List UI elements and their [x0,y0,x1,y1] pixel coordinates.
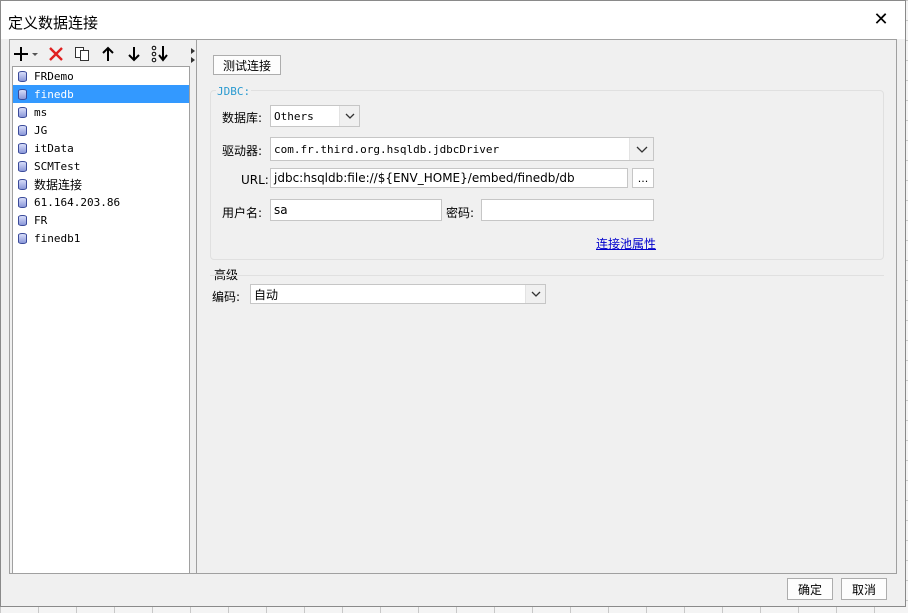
advanced-divider [210,275,884,276]
database-icon [18,142,27,154]
dialog-body: FRDemo finedb ms JG itData SCMTest 数据连接 … [9,39,897,574]
connection-list-panel: FRDemo finedb ms JG itData SCMTest 数据连接 … [10,40,196,574]
chevron-down-icon[interactable] [525,285,545,303]
list-item[interactable]: 61.164.203.86 [13,193,189,211]
password-label: 密码: [446,206,475,220]
panel-splitter[interactable] [196,40,197,573]
url-input[interactable]: jdbc:hsqldb:file://${ENV_HOME}/embed/fin… [270,168,628,188]
arrow-down-icon[interactable] [122,43,146,65]
database-icon [18,106,27,118]
driver-label: 驱动器: [222,144,263,158]
list-item[interactable]: finedb [13,85,189,103]
list-item[interactable]: ms [13,103,189,121]
url-input-value: jdbc:hsqldb:file://${ENV_HOME}/embed/fin… [274,171,575,185]
copy-icon[interactable] [70,43,94,65]
list-item[interactable]: finedb1 [13,229,189,247]
database-label: 数据库: [222,111,263,125]
database-icon [18,232,27,244]
encoding-select[interactable]: 自动 [250,284,546,304]
cancel-button[interactable]: 取消 [841,578,887,600]
connection-list: FRDemo finedb ms JG itData SCMTest 数据连接 … [12,66,190,574]
database-icon [18,70,27,82]
close-icon[interactable]: ✕ [865,7,897,33]
driver-select-value: com.fr.third.org.hsqldb.jdbcDriver [274,142,500,156]
delete-icon[interactable] [44,43,68,65]
database-icon [18,124,27,136]
driver-select[interactable]: com.fr.third.org.hsqldb.jdbcDriver [270,137,654,161]
arrow-up-icon[interactable] [96,43,120,65]
database-icon [18,178,27,190]
dialog-title: 定义数据连接 [8,14,99,32]
list-item[interactable]: FR [13,211,189,229]
list-toolbar [12,42,196,66]
database-select[interactable]: Others [270,105,360,127]
list-item[interactable]: SCMTest [13,157,189,175]
database-select-value: Others [274,109,314,123]
database-icon [18,160,27,172]
encoding-select-value: 自动 [254,287,279,302]
list-item[interactable]: itData [13,139,189,157]
username-input[interactable]: sa [270,199,442,221]
url-label: URL: [241,173,269,187]
encoding-label: 编码: [212,290,241,304]
connection-settings-panel: 测试连接 JDBC: 数据库: Others 驱动器: com.fr.third… [198,40,896,573]
database-icon [18,214,27,226]
connection-pool-link[interactable]: 连接池属性 [596,235,656,252]
chevron-down-icon[interactable] [629,138,653,160]
jdbc-group-title: JDBC: [216,85,252,98]
list-item[interactable]: 数据连接 [13,175,189,193]
title-bar: 定义数据连接 ✕ [1,1,905,39]
list-item[interactable]: JG [13,121,189,139]
database-icon [18,196,27,208]
username-label: 用户名: [222,206,263,220]
ok-button[interactable]: 确定 [787,578,833,600]
username-input-value: sa [274,203,288,217]
list-item[interactable]: FRDemo [13,67,189,85]
plus-icon[interactable] [12,43,42,65]
chevron-down-icon[interactable] [339,106,359,126]
define-data-connection-dialog: 定义数据连接 ✕ FRDemo finedb ms JG itData SCMT… [0,0,906,607]
sort-icon[interactable] [148,43,172,65]
url-browse-button[interactable]: ... [632,168,654,188]
password-input[interactable] [481,199,654,221]
test-connection-button[interactable]: 测试连接 [213,55,281,75]
database-icon [18,88,27,100]
